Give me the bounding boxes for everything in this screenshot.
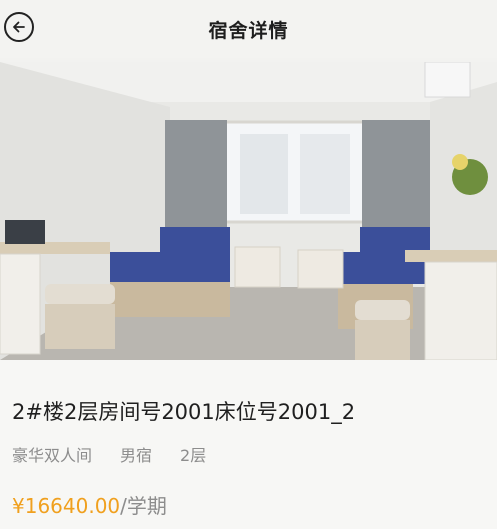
back-button[interactable] bbox=[4, 12, 34, 42]
room-title: 2#楼2层房间号2001床位号2001_2 bbox=[12, 400, 356, 424]
room-tags: 豪华双人间 男宿 2层 bbox=[12, 442, 206, 466]
price: ¥16640.00 bbox=[12, 494, 121, 518]
tag-floor: 2层 bbox=[180, 446, 207, 465]
room-photo bbox=[0, 62, 497, 360]
price-unit: /学期 bbox=[120, 494, 167, 518]
tag-room-type: 豪华双人间 bbox=[12, 446, 93, 465]
arrow-left-icon bbox=[13, 21, 25, 33]
top-bar: 宿舍详情 bbox=[0, 0, 497, 58]
page-title: 宿舍详情 bbox=[208, 19, 289, 42]
tag-gender: 男宿 bbox=[120, 446, 153, 465]
price-row: ¥16640.00 /学期 bbox=[12, 490, 167, 519]
room-info: 2#楼2层房间号2001床位号2001_2 豪华双人间 男宿 2层 ¥16640… bbox=[0, 360, 497, 529]
